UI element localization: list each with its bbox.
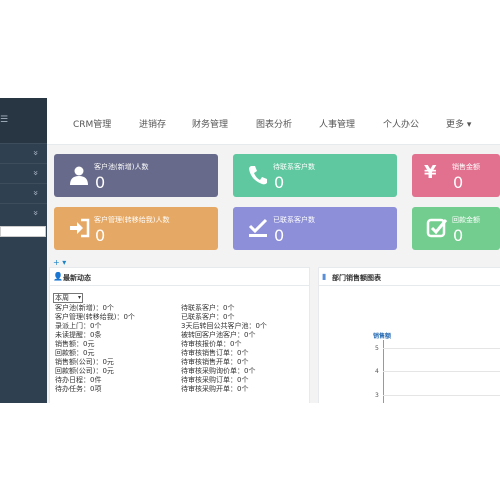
nav-more[interactable]: 更多 ▾ xyxy=(446,117,471,130)
bar-chart-icon: ▮ xyxy=(322,272,327,281)
nav-hr[interactable]: 人事管理 xyxy=(319,117,355,130)
divider xyxy=(0,183,47,184)
card-label: 已联系客户数 xyxy=(273,216,315,224)
sidebar: ☰ » » » » xyxy=(0,98,47,403)
activity-item: 待办任务：0项 xyxy=(55,385,102,393)
nav-personal[interactable]: 个人办公 xyxy=(383,117,419,130)
card-value: 0 xyxy=(453,226,464,245)
activity-item: 被转回客户池客户：0个 xyxy=(181,331,256,339)
activity-item: 回款额(公司)：0元 xyxy=(55,367,114,375)
sidebar-search-input[interactable] xyxy=(0,226,46,237)
activity-item: 待审核销售开单：0个 xyxy=(181,358,249,366)
gridline xyxy=(383,348,500,349)
card-label: 回款金额 xyxy=(452,216,480,224)
activity-item: 回款额：0元 xyxy=(55,349,95,357)
card-customer-transferred[interactable]: 客户管理(转移给我)人数 0 xyxy=(54,207,218,250)
activity-item: 客户池(新增)：0个 xyxy=(55,304,114,312)
card-sales-amount[interactable]: ¥ 销售金额 0 xyxy=(412,154,500,197)
activity-item: 待审核报价单：0个 xyxy=(181,340,242,348)
activity-item: 待审核采购询价单：0个 xyxy=(181,367,256,375)
card-value: 0 xyxy=(274,226,285,245)
nav-inventory[interactable]: 进销存 xyxy=(139,117,166,130)
top-navbar: CRM管理 进销存 财务管理 图表分析 人事管理 个人办公 更多 ▾ xyxy=(47,98,500,145)
activity-item: 录派上门：0个 xyxy=(55,322,102,330)
card-value: 0 xyxy=(95,226,106,245)
nav-charts[interactable]: 图表分析 xyxy=(256,117,292,130)
y-tick-label: 3 xyxy=(375,392,379,399)
card-contacted[interactable]: 已联系客户数 0 xyxy=(233,207,397,250)
card-to-contact[interactable]: 待联系客户数 0 xyxy=(233,154,397,197)
activity-panel: 👤 最新动态 本周 ▾ 客户池(新增)：0个 客户管理(转移给我)：0个 录派上门：… xyxy=(49,267,310,403)
activity-item: 客户管理(转移给我)：0个 xyxy=(55,313,135,321)
activity-item: 待审核采购开单：0个 xyxy=(181,385,249,393)
card-value: 0 xyxy=(274,173,285,192)
activity-item: 销售额(公司)：0元 xyxy=(55,358,114,366)
yen-icon: ¥ xyxy=(424,162,437,183)
card-label: 客户池(新增)人数 xyxy=(94,163,149,171)
bars-icon[interactable]: ☰ xyxy=(0,115,8,125)
divider xyxy=(0,143,47,144)
activity-item: 待联系客户：0个 xyxy=(181,304,235,312)
chevron-down-icon[interactable]: » xyxy=(30,170,40,176)
activity-item: 3天后转回公共客户池：0个 xyxy=(181,322,267,330)
period-select-value: 本周 xyxy=(55,294,69,302)
chevron-down-icon[interactable]: » xyxy=(30,210,40,216)
y-tick-label: 5 xyxy=(375,345,379,352)
card-value: 0 xyxy=(95,173,106,192)
sidebar-header: ☰ xyxy=(0,98,47,143)
sign-in-icon xyxy=(70,218,90,238)
activity-item: 待办日程：0件 xyxy=(55,376,102,384)
y-tick-label: 4 xyxy=(375,368,379,375)
activity-item: 待审核销售订单：0个 xyxy=(181,349,249,357)
activity-item: 已联系客户：0个 xyxy=(181,313,235,321)
chevron-down-icon[interactable]: » xyxy=(30,150,40,156)
stat-cards: 客户池(新增)人数 0 待联系客户数 0 ¥ 销售金额 0 客户管理(转移给我)… xyxy=(47,144,500,262)
gridline xyxy=(383,395,500,396)
chevron-down-icon[interactable]: » xyxy=(30,190,40,196)
activity-item: 未读提醒：0条 xyxy=(55,331,102,339)
activity-item: 销售额：0元 xyxy=(55,340,95,348)
check-icon xyxy=(248,218,268,237)
card-customer-pool[interactable]: 客户池(新增)人数 0 xyxy=(54,154,218,197)
card-label: 待联系客户数 xyxy=(273,163,315,171)
card-value: 0 xyxy=(453,173,464,192)
divider xyxy=(0,203,47,204)
nav-crm[interactable]: CRM管理 xyxy=(73,117,111,130)
card-label: 销售金额 xyxy=(452,163,480,171)
panel-title: 部门销售额图表 xyxy=(332,274,381,282)
panel-header: ▮ 部门销售额图表 xyxy=(319,268,500,286)
user-icon xyxy=(70,166,88,185)
panel-title: 最新动态 xyxy=(63,274,91,282)
nav-finance[interactable]: 财务管理 xyxy=(192,117,228,130)
add-widget-button[interactable]: + ▾ xyxy=(53,258,66,267)
user-group-icon: 👤 xyxy=(53,272,63,281)
check-square-icon xyxy=(426,218,448,238)
card-label: 客户管理(转移给我)人数 xyxy=(94,216,170,224)
chart-series-label: 销售额 xyxy=(373,333,392,340)
card-payment-amount[interactable]: 回款金额 0 xyxy=(412,207,500,250)
panel-header: 👤 最新动态 xyxy=(50,268,309,286)
activity-item: 待审核采购订单：0个 xyxy=(181,376,249,384)
gridline xyxy=(383,371,500,372)
phone-icon xyxy=(249,166,267,185)
sales-chart-panel: ▮ 部门销售额图表 销售额 5 4 3 xyxy=(318,267,500,403)
period-select[interactable]: 本周 ▾ xyxy=(53,293,83,303)
app-window: ☰ » » » » CRM管理 进销存 财务管理 图表分析 人事管理 个人办公 … xyxy=(0,98,500,403)
divider xyxy=(0,163,47,164)
chevron-down-icon: ▾ xyxy=(77,294,81,301)
